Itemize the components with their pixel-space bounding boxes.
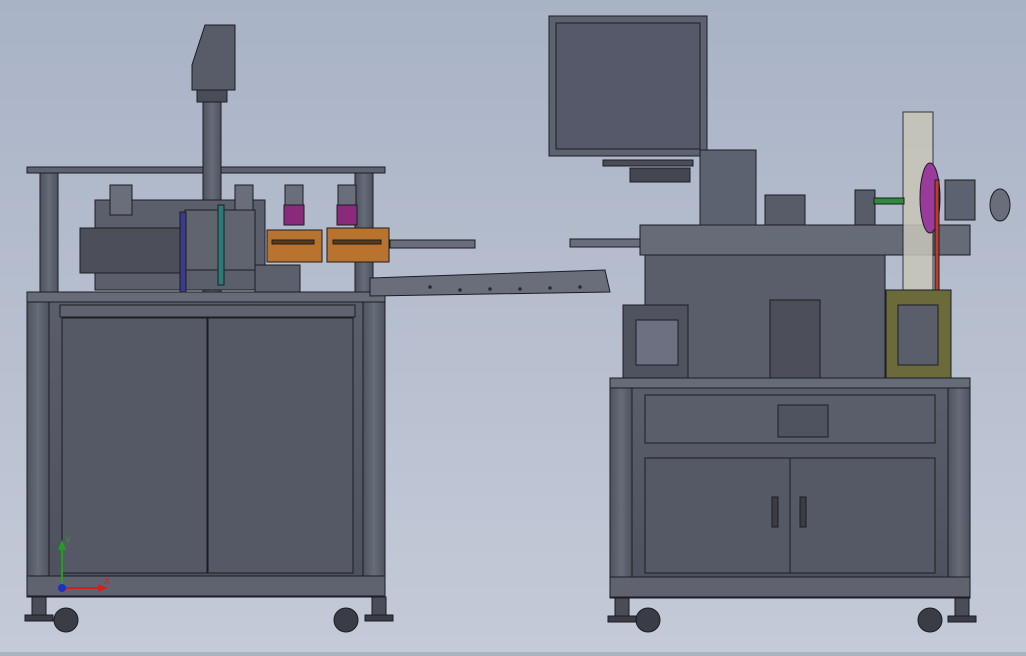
tape-reel <box>873 111 1011 293</box>
z-axis-dot <box>58 584 66 592</box>
transfer-rail[interactable] <box>369 269 611 297</box>
y-axis-label: Y <box>64 536 71 546</box>
cad-viewport[interactable]: Y X <box>0 0 1026 652</box>
right-assembly-machine[interactable] <box>548 15 1011 633</box>
x-axis-label: X <box>104 577 110 587</box>
monitor-screen <box>548 15 708 183</box>
left-assembly-machine[interactable] <box>24 24 476 633</box>
